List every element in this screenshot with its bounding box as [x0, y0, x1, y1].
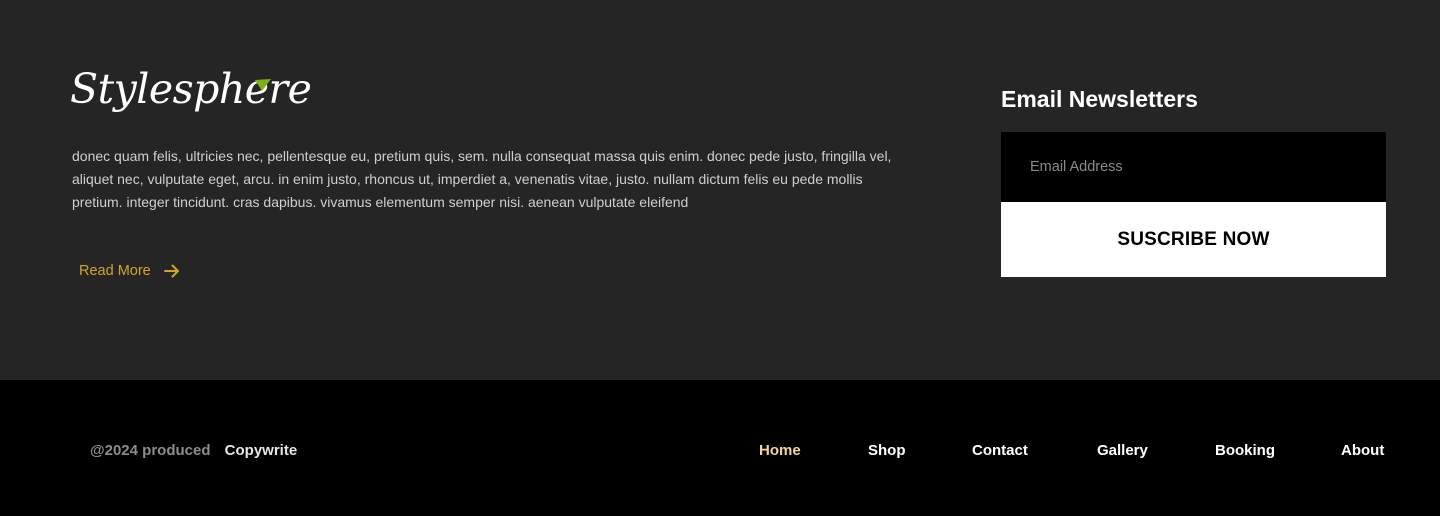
read-more-link[interactable]: Read More [79, 259, 181, 283]
nav-link-home[interactable]: Home [759, 442, 801, 459]
nav-link-booking[interactable]: Booking [1215, 442, 1275, 459]
leaf-icon [255, 79, 271, 91]
newsletter-title: Email Newsletters [1001, 86, 1198, 112]
footer-bottom-bar: @2024 produced Copywrite Home Shop Conta… [0, 380, 1440, 516]
nav-link-about[interactable]: About [1341, 442, 1384, 459]
nav-link-shop[interactable]: Shop [868, 442, 906, 459]
email-address-input[interactable] [1001, 132, 1386, 202]
brand-logo-text: Stylesphere [70, 65, 312, 113]
footer-nav: Home Shop Contact Gallery Booking About [0, 442, 1440, 462]
subscribe-button[interactable]: SUSCRIBE NOW [1001, 202, 1386, 277]
nav-link-contact[interactable]: Contact [972, 442, 1028, 459]
footer-top-section: Stylesphere donec quam felis, ultricies … [0, 0, 1440, 380]
nav-link-gallery[interactable]: Gallery [1097, 442, 1148, 459]
brand-logo[interactable]: Stylesphere [70, 62, 312, 124]
about-description: donec quam felis, ultricies nec, pellent… [72, 148, 892, 210]
read-more-label: Read More [79, 263, 151, 279]
arrow-right-icon [163, 264, 179, 278]
